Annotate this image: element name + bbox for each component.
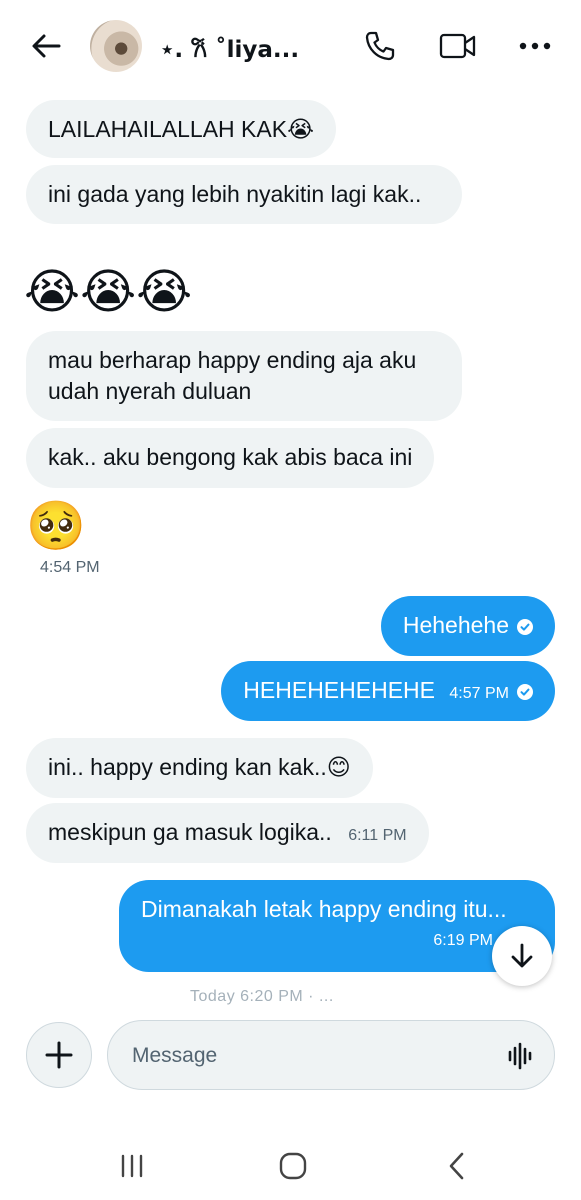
nav-back-button[interactable] (437, 1148, 477, 1184)
message-bubble-outgoing[interactable]: Dimanakah letak happy ending itu... 6:19… (119, 880, 555, 972)
message-text: ini gada yang lebih nyakitin lagi kak.. (48, 181, 422, 207)
message-timestamp: 6:11 PM (348, 827, 407, 844)
voice-message-button[interactable] (506, 1041, 536, 1071)
message-bubble-incoming[interactable]: mau berharap happy ending aja aku udah n… (26, 331, 462, 421)
message-list[interactable]: LAILAHAILALLAH KAK😭 ini gada yang lebih … (0, 0, 581, 1005)
home-button[interactable] (273, 1148, 313, 1184)
arrow-down-icon (511, 943, 533, 968)
message-bubble-incoming[interactable]: LAILAHAILALLAH KAK😭 (26, 100, 336, 158)
message-bubble-incoming[interactable]: kak.. aku bengong kak abis baca ini (26, 428, 435, 488)
add-attachment-button[interactable] (26, 1022, 92, 1088)
message-bubble-outgoing[interactable]: Hehehehe (380, 596, 555, 656)
seen-check-icon (517, 683, 533, 700)
message-bubble-outgoing[interactable]: HEHEHEHEHEHE 4:57 PM (221, 661, 555, 721)
seen-check-icon (517, 618, 533, 635)
message-timestamp: 6:19 PM (433, 932, 493, 949)
message-text: Dimanakah letak happy ending itu... (141, 896, 507, 922)
message-bubble-incoming[interactable]: ini gada yang lebih nyakitin lagi kak.. (26, 165, 462, 224)
message-text: meskipun ga masuk logika.. (48, 819, 332, 845)
message-bubble-incoming[interactable]: ini.. happy ending kan kak..😊 (26, 738, 373, 798)
message-timestamp: 4:57 PM (449, 685, 509, 702)
message-composer[interactable] (107, 1020, 555, 1090)
nav-back-icon (449, 1152, 464, 1180)
date-divider: Today 6:20 PM · ... (190, 988, 334, 1005)
message-input[interactable] (132, 1039, 492, 1073)
emoji-message[interactable]: 😭😭😭 (24, 262, 192, 322)
message-timestamp: 4:54 PM (40, 559, 100, 576)
voice-wave-icon (508, 1042, 532, 1070)
message-text: LAILAHAILALLAH KAK😭 (48, 116, 314, 142)
system-navigation-bar (0, 1130, 581, 1200)
message-text: HEHEHEHEHEHE (243, 677, 436, 703)
message-text: mau berharap happy ending aja aku udah n… (48, 347, 417, 404)
plus-icon (45, 1041, 73, 1069)
recents-button[interactable] (112, 1148, 152, 1184)
message-text: Hehehehe (402, 612, 509, 638)
scroll-to-bottom-button[interactable] (492, 926, 552, 986)
home-icon (279, 1152, 307, 1180)
recents-icon (121, 1154, 143, 1178)
emoji-message[interactable]: 🥺 (26, 496, 86, 556)
message-text: ini.. happy ending kan kak..😊 (48, 754, 351, 780)
message-bubble-incoming[interactable]: meskipun ga masuk logika.. 6:11 PM (26, 803, 429, 863)
message-text: kak.. aku bengong kak abis baca ini (48, 444, 413, 470)
